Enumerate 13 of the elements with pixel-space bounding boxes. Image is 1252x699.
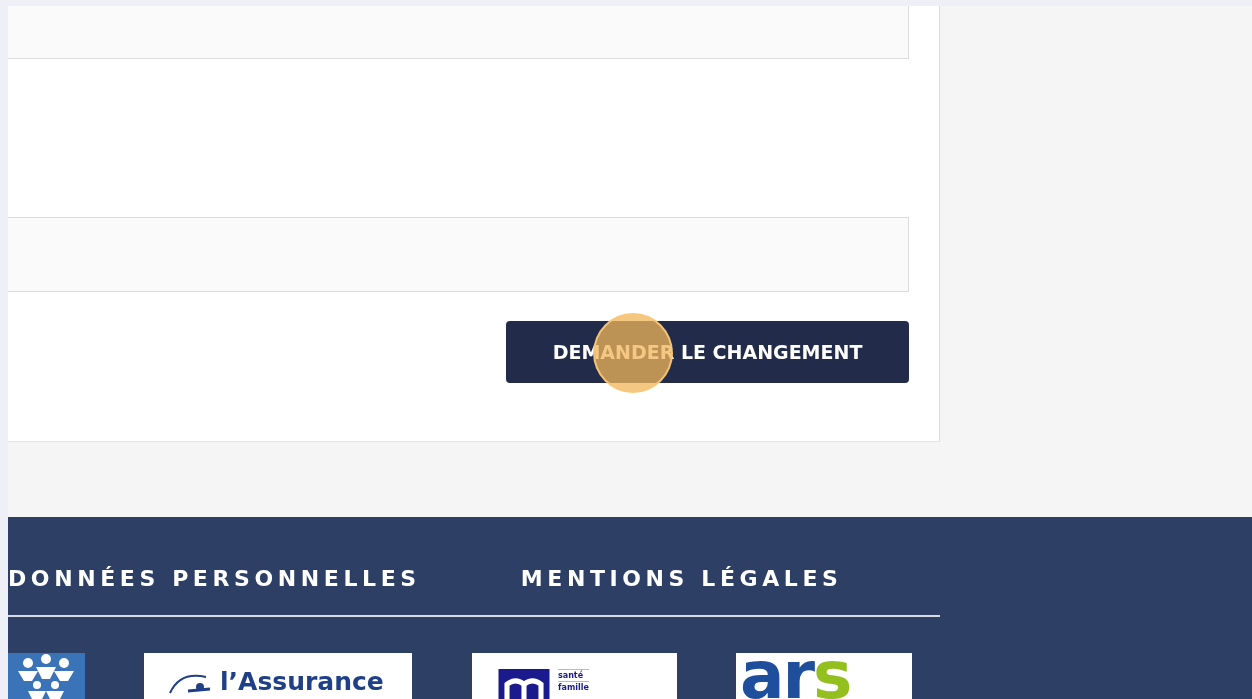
- insurance-logo[interactable]: l’Assurance: [144, 653, 412, 699]
- logo-text: ars: [740, 653, 851, 699]
- m-letter-icon: [498, 669, 550, 699]
- family-logo-icon[interactable]: [8, 653, 85, 699]
- footer-link[interactable]: MENTIONS LÉGALES: [520, 565, 843, 591]
- footer-link[interactable]: DONNÉES PERSONNELLES: [8, 565, 421, 591]
- input-field[interactable]: [8, 6, 909, 59]
- input-field[interactable]: [8, 217, 909, 292]
- logo-text: l’Assurance: [220, 667, 384, 697]
- ars-logo[interactable]: ars: [736, 653, 912, 699]
- logo-text: famille: [558, 681, 589, 693]
- mutual-logo[interactable]: santé famille: [472, 653, 677, 699]
- logo-text: santé: [558, 669, 589, 681]
